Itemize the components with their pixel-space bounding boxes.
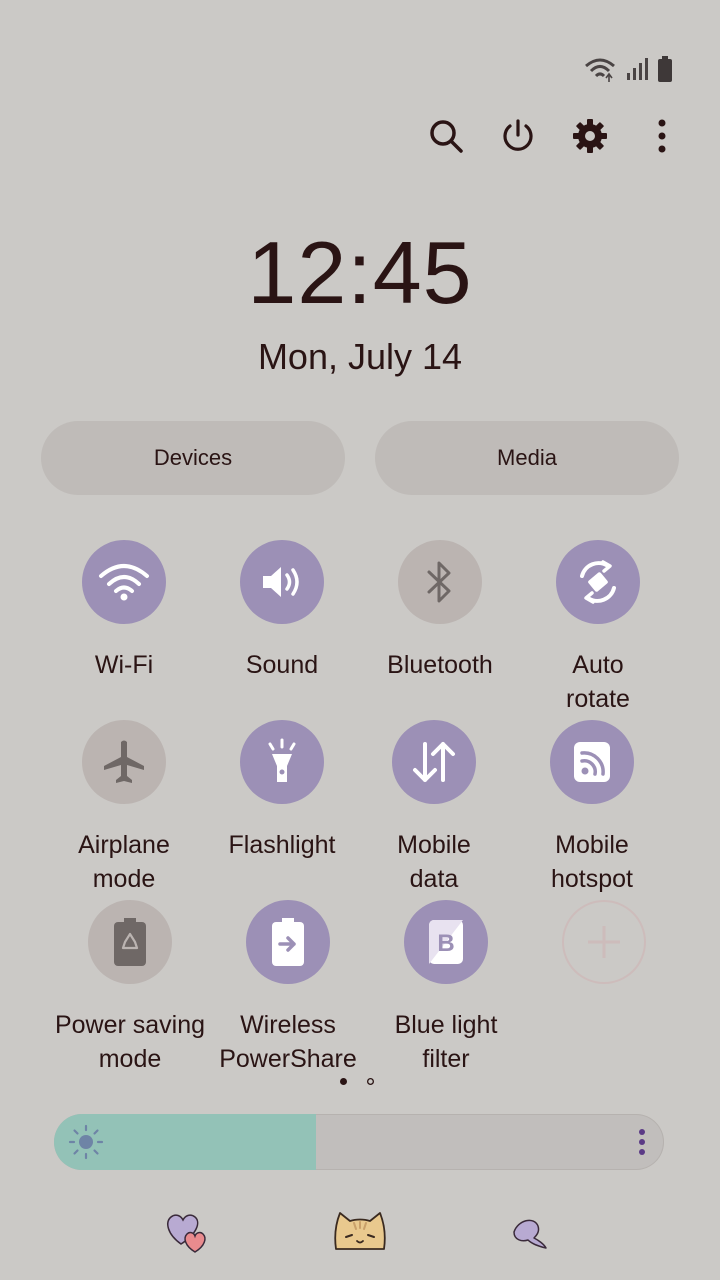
tile-auto-rotate[interactable]: Auto rotate (513, 540, 683, 716)
recents-button[interactable] (152, 1200, 222, 1260)
wireless-powershare-icon (272, 918, 304, 966)
tile-auto-rotate-button[interactable] (556, 540, 640, 624)
tile-blue-light-filter[interactable]: B Blue light filter (361, 900, 531, 1076)
page-dot (367, 1078, 374, 1085)
wifi-icon (99, 564, 149, 601)
tile-mobile-data[interactable]: Mobile data (349, 720, 519, 896)
more-options-button[interactable] (644, 112, 680, 160)
quick-panel-actions (428, 112, 680, 160)
tile-label: Power saving mode (54, 1011, 206, 1073)
power-saving-icon (114, 918, 146, 966)
settings-button[interactable] (572, 112, 608, 160)
tile-power-saving-button[interactable] (88, 900, 172, 984)
tile-sound-button[interactable] (240, 540, 324, 624)
blue-light-filter-icon: B (429, 920, 463, 964)
signal-icon (627, 58, 648, 80)
tile-wireless-powershare-button[interactable] (246, 900, 330, 984)
media-button[interactable]: Media (375, 421, 679, 495)
power-icon (503, 119, 533, 151)
airplane-icon (104, 740, 144, 783)
add-tile-circle[interactable] (562, 900, 646, 984)
tile-label: Flashlight (228, 831, 336, 859)
plus-icon (588, 926, 620, 958)
search-button[interactable] (428, 112, 464, 160)
tile-bluetooth[interactable]: Bluetooth (355, 540, 525, 682)
flashlight-icon (268, 738, 296, 782)
media-label: Media (497, 445, 557, 470)
bluetooth-icon (427, 561, 451, 603)
tile-mobile-hotspot-button[interactable] (550, 720, 634, 804)
tile-label: Sound (245, 651, 319, 679)
page-indicator (340, 1078, 374, 1085)
devices-label: Devices (153, 445, 233, 470)
add-tile-button[interactable] (519, 900, 689, 984)
brightness-sun-icon (68, 1124, 104, 1160)
tile-blue-light-filter-button[interactable]: B (404, 900, 488, 984)
tile-label: Wireless PowerShare (219, 1011, 357, 1073)
page-dot-active (340, 1078, 347, 1085)
cat-face-icon (334, 1212, 386, 1250)
clock-time: 12:45 (247, 223, 473, 322)
tile-airplane-mode-button[interactable] (82, 720, 166, 804)
status-bar (584, 56, 672, 82)
brightness-slider[interactable] (54, 1114, 664, 1170)
tile-sound[interactable]: Sound (197, 540, 367, 682)
sound-icon (263, 567, 299, 597)
tile-airplane-mode[interactable]: Airplane mode (39, 720, 209, 896)
more-vertical-icon (658, 119, 666, 153)
devices-button[interactable]: Devices (41, 421, 345, 495)
tile-mobile-data-button[interactable] (392, 720, 476, 804)
tile-bluetooth-button[interactable] (398, 540, 482, 624)
hotspot-icon (574, 742, 610, 782)
hearts-icon (167, 1214, 206, 1253)
svg-text:B: B (437, 930, 454, 957)
back-button[interactable] (495, 1200, 565, 1260)
tile-power-saving-mode[interactable]: Power saving mode (45, 900, 215, 1076)
battery-icon (658, 56, 672, 82)
back-arrow-icon (513, 1219, 547, 1249)
tile-label: Mobile hotspot (550, 831, 633, 893)
tile-label: Bluetooth (387, 651, 493, 679)
wifi-status-icon (585, 58, 615, 82)
brightness-options-icon[interactable] (638, 1128, 646, 1156)
power-button[interactable] (500, 112, 536, 160)
tile-wifi-button[interactable] (82, 540, 166, 624)
tile-label: Mobile data (397, 831, 471, 893)
gear-icon (573, 119, 607, 153)
tile-label: Airplane mode (78, 831, 170, 893)
clock-date: Mon, July 14 (257, 336, 463, 377)
tile-flashlight[interactable]: Flashlight (197, 720, 367, 862)
tile-wireless-powershare[interactable]: Wireless PowerShare (203, 900, 373, 1076)
home-button[interactable] (325, 1200, 395, 1260)
search-icon (430, 120, 463, 153)
tile-mobile-hotspot[interactable]: Mobile hotspot (507, 720, 677, 896)
tile-wifi[interactable]: Wi-Fi (39, 540, 209, 682)
tile-label: Blue light filter (394, 1011, 498, 1073)
auto-rotate-icon (580, 560, 616, 604)
mobile-data-icon (413, 742, 455, 782)
tile-flashlight-button[interactable] (240, 720, 324, 804)
tile-label: Auto rotate (566, 651, 630, 713)
tile-label: Wi-Fi (94, 651, 154, 679)
